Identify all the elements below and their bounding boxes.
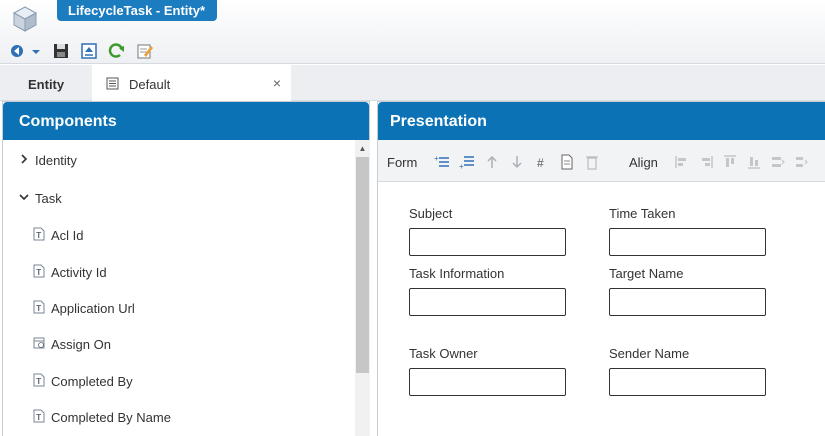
distribute-horizontal-icon[interactable] [770, 154, 786, 170]
insert-row-below-icon[interactable]: + [459, 154, 475, 170]
page-icon[interactable] [559, 154, 575, 170]
align-bottom-icon[interactable] [746, 154, 762, 170]
align-top-icon[interactable] [722, 154, 738, 170]
svg-text:T: T [36, 304, 41, 313]
align-right-icon[interactable] [698, 154, 714, 170]
text-field-icon: T [33, 409, 45, 423]
components-title: Components [3, 102, 369, 140]
svg-text:T: T [36, 413, 41, 422]
sender-name-field[interactable] [609, 368, 766, 396]
presentation-panel: Presentation Form + + # Align Subject Ti… [377, 101, 825, 436]
tree-item-label: Task [35, 191, 62, 206]
chevron-right-icon[interactable] [19, 154, 29, 164]
field-label-task-information: Task Information [409, 266, 505, 281]
text-field-icon: T [33, 264, 45, 278]
components-panel: Components Identity Task T Acl Id T Acti… [2, 101, 370, 436]
tree-item-label: Assign On [51, 337, 111, 352]
svg-text:+: + [459, 162, 464, 170]
tree-item-assign-on[interactable]: Assign On [3, 326, 355, 362]
tree-item-label: Completed By Name [51, 410, 171, 425]
tab-bar: Entity Default × [0, 65, 825, 101]
tab-default[interactable]: Default × [92, 65, 291, 101]
presentation-title: Presentation [378, 102, 825, 140]
field-label-sender-name: Sender Name [609, 346, 690, 361]
components-scrollbar[interactable]: ▲ [355, 140, 370, 436]
tree-item-activity-id[interactable]: T Activity Id [3, 254, 355, 290]
save-icon[interactable] [51, 41, 71, 61]
title-bar: LifecycleTask - Entity* [0, 0, 825, 64]
chevron-down-icon[interactable] [19, 192, 29, 202]
svg-text:+: + [434, 154, 439, 163]
date-field-icon [33, 337, 45, 349]
tree-item-label: Completed By [51, 374, 133, 389]
distribute-vertical-icon[interactable] [794, 154, 810, 170]
field-label-time-taken: Time Taken [609, 206, 676, 221]
document-title-tab[interactable]: LifecycleTask - Entity* [57, 0, 217, 21]
time-taken-field[interactable] [609, 228, 766, 256]
svg-text:T: T [36, 231, 41, 240]
field-label-task-owner: Task Owner [409, 346, 478, 361]
back-dropdown-icon[interactable] [9, 41, 29, 61]
task-information-field[interactable] [409, 288, 566, 316]
form-canvas: Subject Time Taken Task Information Targ… [378, 182, 825, 436]
presentation-toolbar: Form + + # Align [378, 140, 825, 182]
app-cube-icon [12, 6, 38, 32]
grid-icon[interactable]: # [534, 154, 550, 170]
svg-text:T: T [36, 268, 41, 277]
chevron-down-icon[interactable] [31, 41, 41, 61]
components-tree: Identity Task T Acl Id T Activity Id T A… [3, 140, 355, 436]
align-left-icon[interactable] [674, 154, 690, 170]
svg-text:#: # [537, 156, 544, 170]
tab-entity[interactable]: Entity [0, 65, 92, 101]
tree-item-label: Identity [35, 153, 77, 168]
arrow-down-icon[interactable] [509, 154, 525, 170]
export-icon[interactable] [79, 41, 99, 61]
tree-item-completed-by[interactable]: T Completed By [3, 363, 355, 399]
tree-item-label: Activity Id [51, 265, 107, 280]
trash-icon[interactable] [584, 154, 600, 170]
tree-item-task[interactable]: Task [3, 180, 355, 216]
align-label: Align [629, 155, 658, 170]
tree-item-identity[interactable]: Identity [3, 142, 355, 178]
form-label: Form [387, 155, 418, 170]
text-field-icon: T [33, 300, 45, 314]
scroll-up-icon[interactable]: ▲ [355, 140, 370, 156]
tree-item-completed-by-name[interactable]: T Completed By Name [3, 399, 355, 435]
tab-default-label: Default [129, 77, 171, 92]
text-field-icon: T [33, 227, 45, 241]
tree-item-label: Acl Id [51, 228, 84, 243]
arrow-up-icon[interactable] [484, 154, 500, 170]
list-document-icon [106, 77, 119, 90]
svg-text:T: T [36, 377, 41, 386]
subject-field[interactable] [409, 228, 566, 256]
field-label-subject: Subject [409, 206, 453, 221]
insert-row-above-icon[interactable]: + [434, 154, 450, 170]
text-field-icon: T [33, 373, 45, 387]
field-label-target-name: Target Name [609, 266, 684, 281]
close-icon[interactable]: × [273, 75, 281, 91]
scroll-thumb[interactable] [356, 157, 369, 373]
edit-icon[interactable] [135, 41, 155, 61]
refresh-icon[interactable] [107, 41, 127, 61]
tree-item-acl-id[interactable]: T Acl Id [3, 217, 355, 253]
target-name-field[interactable] [609, 288, 766, 316]
task-owner-field[interactable] [409, 368, 566, 396]
tree-item-application-url[interactable]: T Application Url [3, 290, 355, 326]
tree-item-label: Application Url [51, 301, 135, 316]
